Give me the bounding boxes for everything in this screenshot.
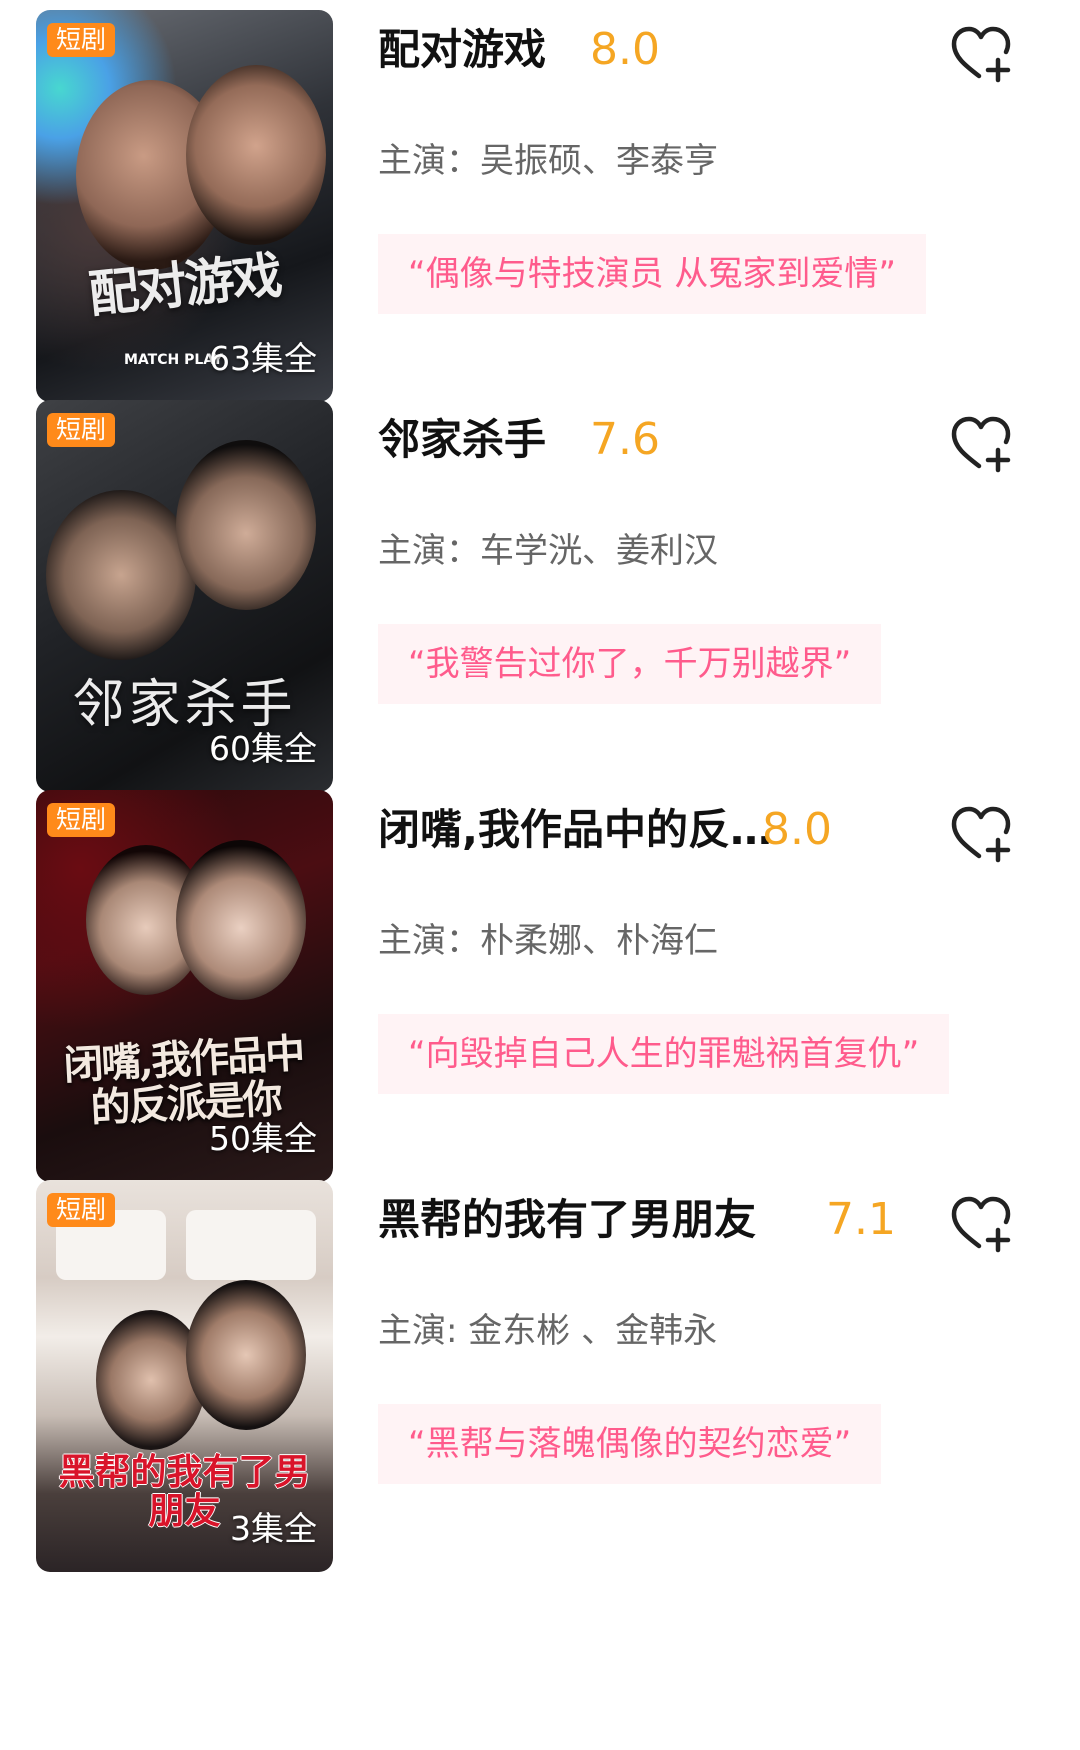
- short-drama-tag: 短剧: [47, 23, 116, 57]
- rating: 8.0: [590, 24, 660, 75]
- heart-plus-icon: [951, 26, 1011, 83]
- cast-text: 主演：吴振硕、李泰亨: [378, 141, 718, 181]
- heart-plus-icon: [951, 416, 1011, 473]
- poster-figure: [176, 440, 316, 610]
- title-row: 邻家杀手 7.6: [378, 412, 1028, 468]
- cast-text: 主演：朴柔娜、朴海仁: [378, 921, 718, 961]
- list-item[interactable]: 短剧 配对游戏 MATCH PLAY 63集全 配对游戏 8.0 主演：吴振硕、…: [0, 0, 1080, 440]
- quote-tagline: “黑帮与落魄偶像的契约恋爱”: [378, 1404, 882, 1484]
- short-drama-tag: 短剧: [47, 1193, 116, 1227]
- poster-pillow: [186, 1210, 316, 1280]
- favorite-button[interactable]: [948, 414, 1014, 474]
- quote-tagline: “偶像与特技演员 从冤家到爱情”: [378, 234, 927, 314]
- episode-count: 63集全: [209, 339, 317, 378]
- poster-title-art: 配对游戏: [85, 245, 284, 324]
- poster-figure: [176, 840, 306, 1000]
- poster-image[interactable]: 短剧 配对游戏 MATCH PLAY 63集全: [36, 10, 333, 402]
- heart-plus-icon: [951, 1196, 1011, 1253]
- rating: 7.6: [590, 414, 660, 465]
- poster-image[interactable]: 短剧 黑帮的我有了男朋友 3集全: [36, 1180, 333, 1572]
- title-row: 配对游戏 8.0: [378, 22, 1028, 78]
- poster-figure: [186, 1280, 306, 1430]
- poster-image[interactable]: 短剧 邻家杀手 60集全: [36, 400, 333, 792]
- cast-text: 主演：车学洸、姜利汉: [378, 531, 718, 571]
- rating: 7.1: [826, 1194, 896, 1245]
- short-drama-tag: 短剧: [47, 803, 116, 837]
- episode-count: 50集全: [209, 1119, 317, 1158]
- poster-figure: [46, 490, 196, 660]
- short-drama-tag: 短剧: [47, 413, 116, 447]
- quote-tagline: “我警告过你了，千万别越界”: [378, 624, 882, 704]
- heart-plus-icon: [951, 806, 1011, 863]
- cast-text: 主演: 金东彬 、金韩永: [378, 1311, 718, 1351]
- list-item[interactable]: 短剧 黑帮的我有了男朋友 3集全 黑帮的我有了男朋友 7.1 主演: 金东彬 、…: [0, 1170, 1080, 1610]
- poster-image[interactable]: 短剧 闭嘴,我作品中的反派是你 50集全: [36, 790, 333, 1182]
- rating: 8.0: [762, 804, 832, 855]
- drama-title[interactable]: 配对游戏: [378, 22, 546, 78]
- episode-count: 3集全: [230, 1509, 317, 1548]
- drama-title[interactable]: 邻家杀手: [378, 412, 546, 468]
- drama-title[interactable]: 闭嘴,我作品中的反…: [378, 802, 772, 858]
- list-item[interactable]: 短剧 邻家杀手 60集全 邻家杀手 7.6 主演：车学洸、姜利汉 “我警告过你了…: [0, 390, 1080, 830]
- quote-tagline: “向毁掉自己人生的罪魁祸首复仇”: [378, 1014, 950, 1094]
- favorite-button[interactable]: [948, 24, 1014, 84]
- episode-count: 60集全: [209, 729, 317, 768]
- favorite-button[interactable]: [948, 1194, 1014, 1254]
- title-row: 黑帮的我有了男朋友 7.1: [378, 1192, 1028, 1248]
- title-row: 闭嘴,我作品中的反… 8.0: [378, 802, 1028, 858]
- list-item[interactable]: 短剧 闭嘴,我作品中的反派是你 50集全 闭嘴,我作品中的反… 8.0 主演：朴…: [0, 780, 1080, 1220]
- favorite-button[interactable]: [948, 804, 1014, 864]
- drama-list: 短剧 配对游戏 MATCH PLAY 63集全 配对游戏 8.0 主演：吴振硕、…: [0, 0, 1080, 1750]
- drama-title[interactable]: 黑帮的我有了男朋友: [378, 1192, 756, 1248]
- poster-figure: [186, 65, 326, 245]
